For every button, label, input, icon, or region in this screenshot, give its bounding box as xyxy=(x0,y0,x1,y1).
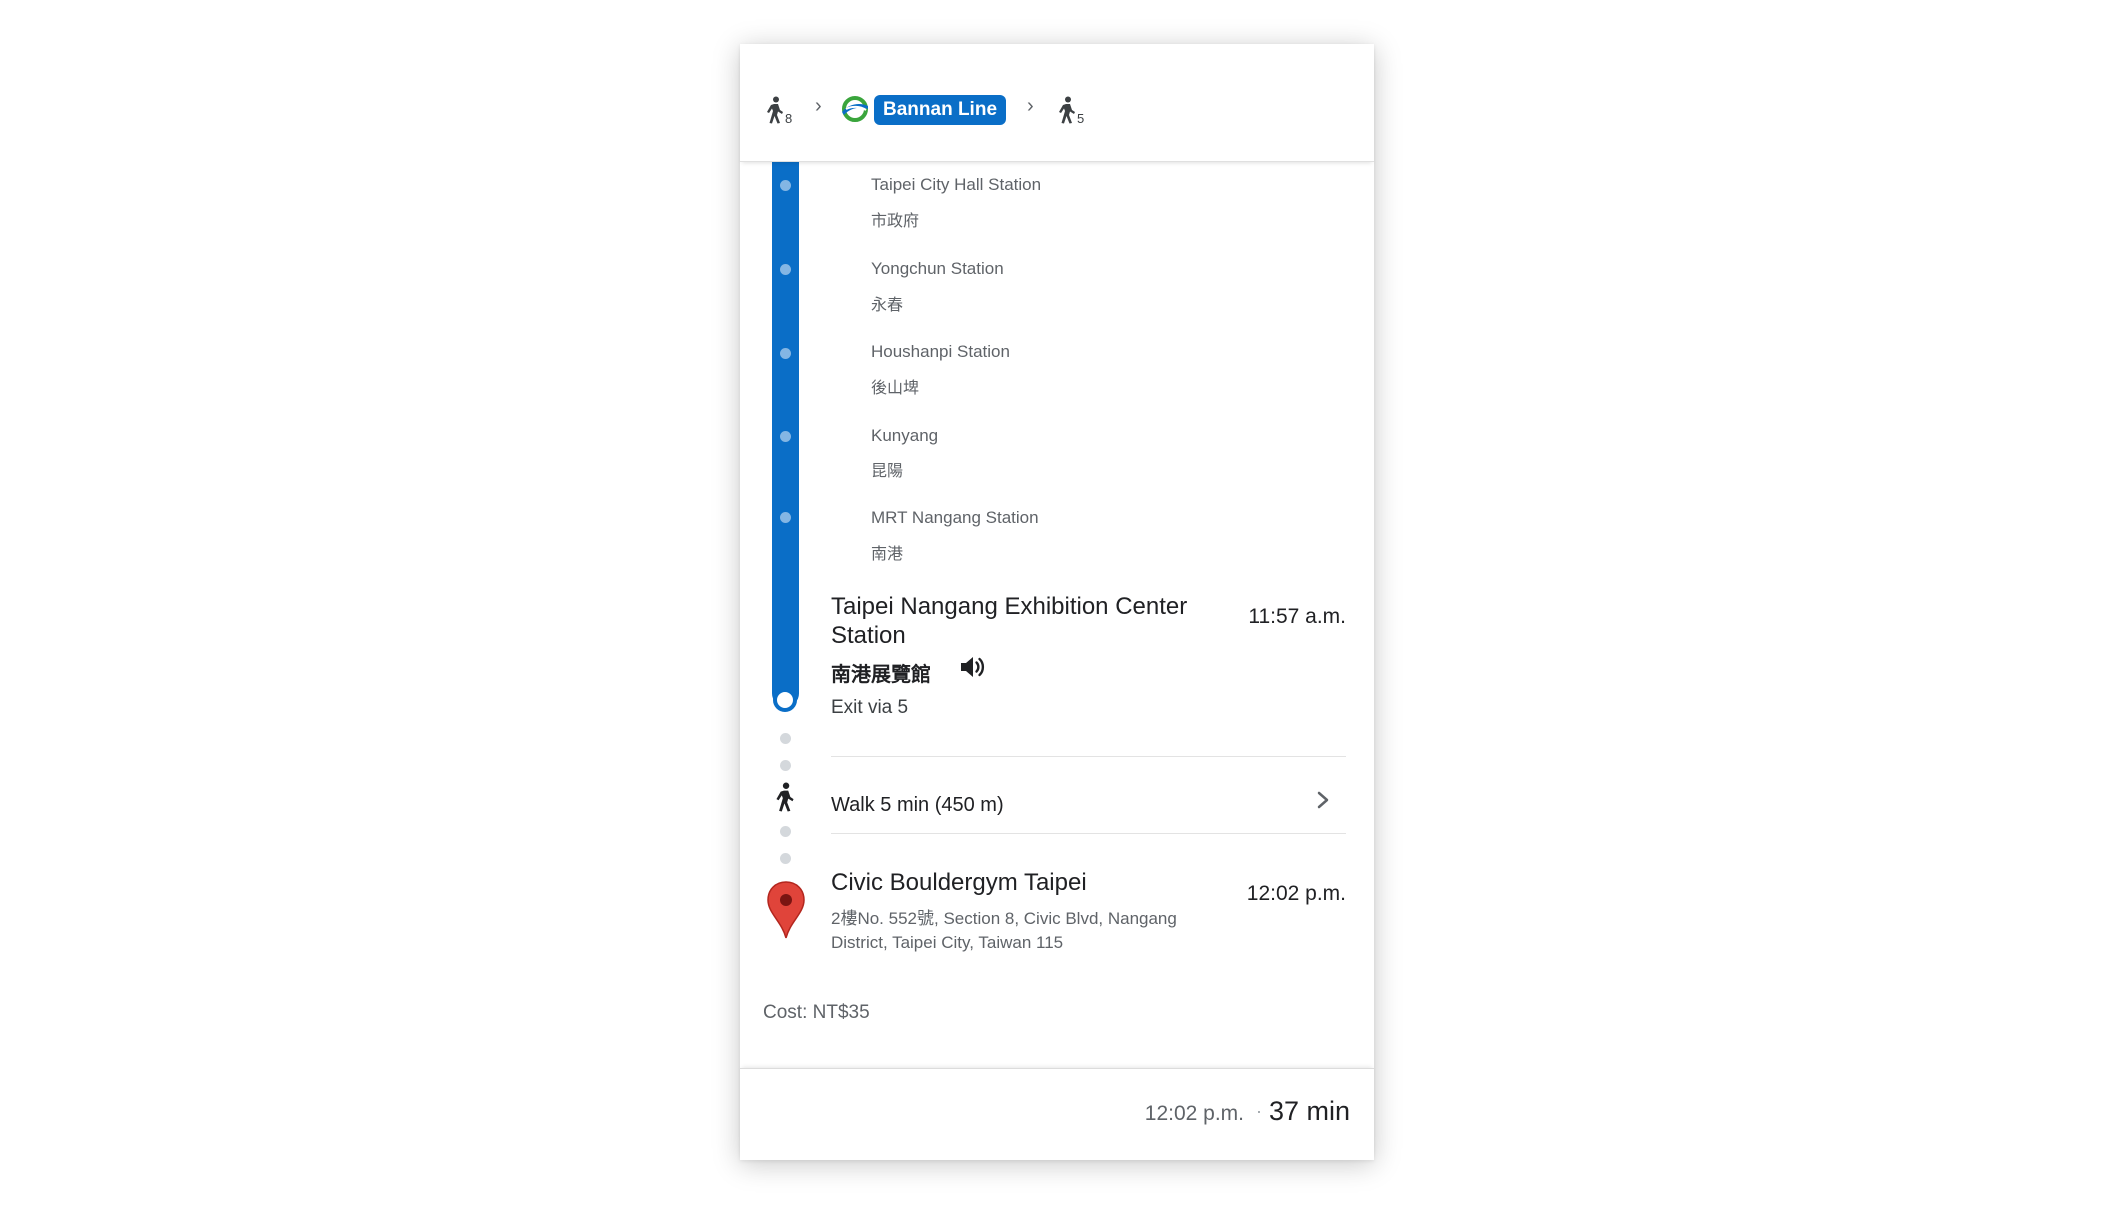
stop-local-name: 市政府 xyxy=(871,213,920,230)
walk-path-dot xyxy=(780,853,791,864)
stop-name: Houshanpi Station xyxy=(871,342,1010,361)
chevron-right-icon[interactable] xyxy=(1312,785,1334,823)
walk-path-dot xyxy=(780,733,791,744)
separator-dot: · xyxy=(1256,1101,1262,1121)
stop-name: MRT Nangang Station xyxy=(871,508,1039,527)
walk-path-dot xyxy=(780,826,791,837)
footer-arrival-time: 12:02 p.m. xyxy=(1144,1102,1244,1125)
stop-local-name: 後山埤 xyxy=(871,380,920,397)
walk-icon xyxy=(775,782,795,817)
stop-marker xyxy=(780,431,791,442)
line-badge[interactable]: Bannan Line xyxy=(874,95,1007,125)
fare-cost: Cost: NT$35 xyxy=(763,1002,870,1023)
stop-marker xyxy=(780,180,791,191)
stop-name: Yongchun Station xyxy=(871,259,1004,278)
stop-marker xyxy=(780,264,791,275)
arrival-stop-marker xyxy=(773,688,797,712)
stop-local-name: 昆陽 xyxy=(871,463,904,480)
stop-local-name: 永春 xyxy=(871,297,904,314)
walk-duration-end: 5 xyxy=(1077,111,1085,126)
walk-icon xyxy=(1058,96,1076,124)
stop-name: Kunyang xyxy=(871,426,939,445)
walk-path-dot xyxy=(780,760,791,771)
arrival-station-name: Taipei Nangang Exhibition Center Station xyxy=(831,593,1188,649)
route-summary[interactable]: 8 › Bannan Line › 5 xyxy=(740,44,1374,162)
chevron-right-icon: › xyxy=(815,95,822,117)
arrival-time: 11:57 a.m. xyxy=(1248,605,1346,628)
walk-step[interactable]: Walk 5 min (450 m) xyxy=(831,794,1004,817)
divider xyxy=(831,833,1346,834)
directions-panel: 8 › Bannan Line › 5 Taipei City Hall Sta… xyxy=(740,44,1374,1160)
speaker-icon[interactable] xyxy=(958,653,988,686)
divider xyxy=(831,756,1346,757)
stop-marker xyxy=(780,348,791,359)
stop-name: Taipei City Hall Station xyxy=(871,175,1042,194)
stop-local-name: 南港 xyxy=(871,546,904,563)
walk-duration-start: 8 xyxy=(785,111,793,126)
chevron-right-icon: › xyxy=(1027,95,1034,117)
mrt-logo-icon xyxy=(840,94,870,129)
map-pin-icon xyxy=(766,880,806,945)
trip-duration: 37 min xyxy=(1268,1096,1350,1126)
stop-marker xyxy=(780,512,791,523)
exit-info: Exit via 5 xyxy=(831,697,909,718)
walk-segment-start: 8 xyxy=(766,96,793,126)
walk-segment-end: 5 xyxy=(1058,96,1085,126)
destination-address: 2樓No. 552號, Section 8, Civic Blvd, Nanga… xyxy=(831,909,1177,952)
destination-time: 12:02 p.m. xyxy=(1246,882,1346,905)
destination-name: Civic Bouldergym Taipei xyxy=(831,869,1087,896)
walk-icon xyxy=(766,96,784,124)
arrival-station-local-name: 南港展覽館 xyxy=(831,664,931,686)
